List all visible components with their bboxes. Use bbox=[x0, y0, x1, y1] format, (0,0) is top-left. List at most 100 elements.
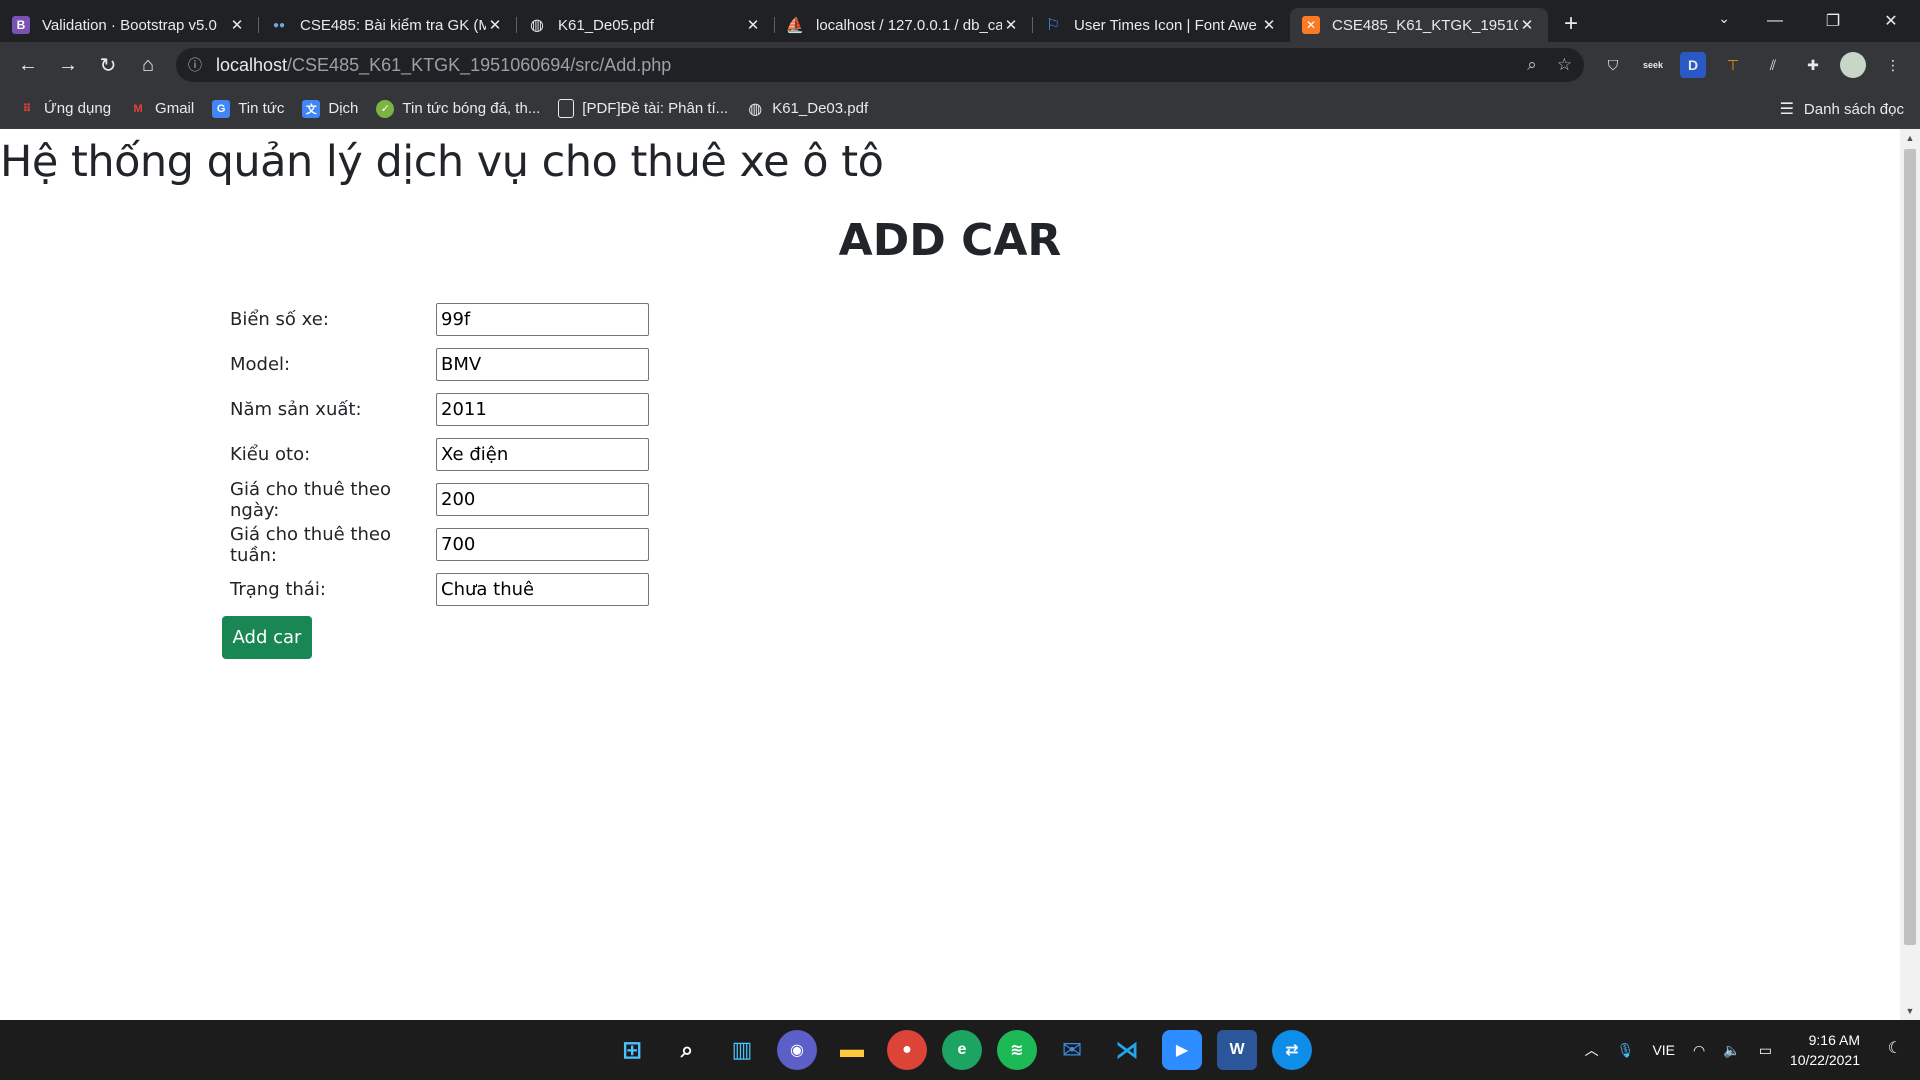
clock[interactable]: 9:16 AM 10/22/2021 bbox=[1790, 1030, 1860, 1070]
close-icon[interactable]: ✕ bbox=[1518, 16, 1536, 34]
bookmark-item[interactable]: ✓ Tin tức bóng đá, th... bbox=[376, 99, 540, 118]
minimize-icon[interactable]: — bbox=[1746, 12, 1804, 30]
widgets-icon[interactable]: ▥ bbox=[722, 1030, 762, 1070]
tab-strip: B Validation · Bootstrap v5.0 ✕ ●● CSE48… bbox=[0, 0, 1920, 42]
phpmyadmin-icon: ⛵ bbox=[785, 17, 805, 34]
dashlane-icon[interactable]: D bbox=[1680, 52, 1706, 78]
site-info-icon[interactable]: ⓘ bbox=[188, 55, 216, 75]
new-tab-button[interactable]: + bbox=[1564, 10, 1578, 38]
teams-chat-icon[interactable]: ◉ bbox=[777, 1030, 817, 1070]
weekly-price-input[interactable] bbox=[436, 528, 649, 561]
form-row-year: Năm sản xuất: bbox=[222, 387, 649, 432]
tab-title: CSE485_K61_KTGK_195106 bbox=[1332, 16, 1518, 34]
close-icon[interactable]: ✕ bbox=[744, 16, 762, 34]
globe-icon: ◍ bbox=[530, 17, 544, 34]
gmail-icon: M bbox=[133, 102, 143, 115]
close-icon[interactable]: ✕ bbox=[228, 16, 246, 34]
browser-tab[interactable]: ●● CSE485: Bài kiểm tra GK (M ✕ bbox=[258, 8, 516, 42]
license-plate-input[interactable] bbox=[436, 303, 649, 336]
file-explorer-icon[interactable]: ▬ bbox=[832, 1030, 872, 1070]
puzzle-icon[interactable]: ✚ bbox=[1800, 52, 1826, 78]
mail-icon[interactable]: ✉ bbox=[1052, 1030, 1092, 1070]
wifi-icon[interactable]: ◠ bbox=[1693, 1042, 1705, 1059]
avatar[interactable] bbox=[1840, 52, 1866, 78]
windows-start-icon[interactable]: ⊞ bbox=[612, 1030, 652, 1070]
bookmark-item[interactable]: 文 Dịch bbox=[302, 99, 359, 118]
news-icon: G bbox=[212, 99, 231, 118]
teamviewer-icon[interactable]: ⇄ bbox=[1272, 1030, 1312, 1070]
clock-time: 9:16 AM bbox=[1808, 1032, 1860, 1048]
pocket-icon[interactable]: ⛉ bbox=[1600, 52, 1626, 78]
seek-extension-icon[interactable]: seek bbox=[1640, 52, 1666, 78]
form-row-status: Trạng thái: bbox=[222, 567, 649, 612]
status-input[interactable] bbox=[436, 573, 649, 606]
address-bar[interactable]: ⓘ localhost /CSE485_K61_KTGK_1951060694/… bbox=[176, 48, 1584, 82]
home-icon[interactable]: ⌂ bbox=[128, 54, 168, 77]
tool-extension-icon[interactable]: ⊤ bbox=[1720, 52, 1746, 78]
add-car-button[interactable]: Add car bbox=[222, 616, 312, 659]
browser-tab-active[interactable]: ✕ CSE485_K61_KTGK_195106 ✕ bbox=[1290, 8, 1548, 42]
reading-list-button[interactable]: ☰ Danh sách đọc bbox=[1780, 99, 1904, 119]
bookmark-label: Ứng dụng bbox=[44, 100, 112, 117]
close-icon[interactable]: ✕ bbox=[1260, 16, 1278, 34]
forward-icon[interactable]: → bbox=[48, 54, 88, 77]
car-type-input[interactable] bbox=[436, 438, 649, 471]
back-icon[interactable]: ← bbox=[8, 54, 48, 77]
zoom-icon[interactable]: ▶ bbox=[1162, 1030, 1202, 1070]
show-hidden-icons-icon[interactable]: ︿ bbox=[1585, 1040, 1599, 1060]
taskbar-apps: ⊞ ⌕ ▥ ◉ ▬ ● e ≋ ✉ ⋊ ▶ W ⇄ bbox=[612, 1030, 1312, 1070]
form-row-car-type: Kiểu oto: bbox=[222, 432, 649, 477]
xampp-icon: ✕ bbox=[1302, 16, 1320, 34]
form-row-license-plate: Biển số xe: bbox=[222, 297, 649, 342]
scrollbar-thumb[interactable] bbox=[1904, 149, 1916, 945]
form-row-daily-price: Giá cho thuê theo ngày: bbox=[222, 477, 649, 522]
year-input[interactable] bbox=[436, 393, 649, 426]
page-scrollbar[interactable]: ▲ ▼ bbox=[1900, 129, 1920, 1020]
volume-icon[interactable]: 🔈 bbox=[1723, 1042, 1740, 1059]
close-window-icon[interactable]: ✕ bbox=[1862, 11, 1920, 31]
bookmark-label: [PDF]Đề tài: Phân tí... bbox=[582, 100, 729, 117]
close-icon[interactable]: ✕ bbox=[1002, 16, 1020, 34]
menu-kebab-icon[interactable]: ⋮ bbox=[1880, 52, 1906, 78]
browser-tab[interactable]: ◍ K61_De05.pdf ✕ bbox=[516, 8, 774, 42]
close-icon[interactable]: ✕ bbox=[486, 16, 504, 34]
daily-price-input[interactable] bbox=[436, 483, 649, 516]
tab-title: User Times Icon | Font Awe bbox=[1074, 16, 1257, 34]
stripes-extension-icon[interactable]: ⫽ bbox=[1760, 52, 1786, 78]
vscode-icon[interactable]: ⋊ bbox=[1107, 1030, 1147, 1070]
bookmark-label: Dịch bbox=[328, 100, 359, 117]
microphone-icon[interactable]: 🎙 bbox=[1617, 1042, 1635, 1059]
tab-title: Validation · Bootstrap v5.0 bbox=[42, 16, 217, 34]
reload-icon[interactable]: ↻ bbox=[88, 53, 128, 78]
scroll-up-icon[interactable]: ▲ bbox=[1900, 133, 1920, 143]
word-icon[interactable]: W bbox=[1217, 1030, 1257, 1070]
globe-icon: ◍ bbox=[748, 100, 763, 118]
form-title: ADD CAR bbox=[838, 215, 1062, 266]
add-car-form: Biển số xe: Model: Năm sản xuất: Kiểu ot… bbox=[222, 297, 649, 659]
bookmark-item[interactable]: ◍ K61_De03.pdf bbox=[746, 100, 868, 118]
bookmark-star-icon[interactable]: ☆ bbox=[1557, 55, 1572, 75]
edge-icon[interactable]: e bbox=[942, 1030, 982, 1070]
model-input[interactable] bbox=[436, 348, 649, 381]
reading-list-label: Danh sách đọc bbox=[1803, 100, 1904, 118]
browser-tab[interactable]: B Validation · Bootstrap v5.0 ✕ bbox=[0, 8, 258, 42]
bookmark-item[interactable]: [PDF]Đề tài: Phân tí... bbox=[558, 99, 728, 118]
zoom-icon[interactable]: ⌕ bbox=[1527, 55, 1537, 75]
bookmark-item[interactable]: ⠿ Ứng dụng bbox=[18, 100, 111, 118]
notifications-icon[interactable]: ☾ bbox=[1888, 1038, 1902, 1058]
bookmark-item[interactable]: M Gmail bbox=[129, 100, 194, 118]
search-icon[interactable]: ⌕ bbox=[667, 1030, 707, 1070]
language-indicator[interactable]: VIE bbox=[1652, 1042, 1675, 1058]
chrome-icon[interactable]: ● bbox=[887, 1030, 927, 1070]
teams-icon: ●● bbox=[272, 19, 286, 31]
restore-icon[interactable]: ❐ bbox=[1804, 11, 1862, 31]
spotify-icon[interactable]: ≋ bbox=[997, 1030, 1037, 1070]
tab-search-chevron-icon[interactable]: ⌄ bbox=[1718, 10, 1730, 27]
browser-tab[interactable]: ⚐ User Times Icon | Font Awe ✕ bbox=[1032, 8, 1290, 42]
battery-icon[interactable]: ▭ bbox=[1759, 1042, 1772, 1059]
browser-tab[interactable]: ⛵ localhost / 127.0.0.1 / db_ca ✕ bbox=[774, 8, 1032, 42]
bookmark-item[interactable]: G Tin tức bbox=[212, 99, 284, 118]
scroll-down-icon[interactable]: ▼ bbox=[1900, 1006, 1920, 1016]
bookmark-label: Gmail bbox=[155, 100, 195, 117]
model-label: Model: bbox=[230, 354, 291, 375]
